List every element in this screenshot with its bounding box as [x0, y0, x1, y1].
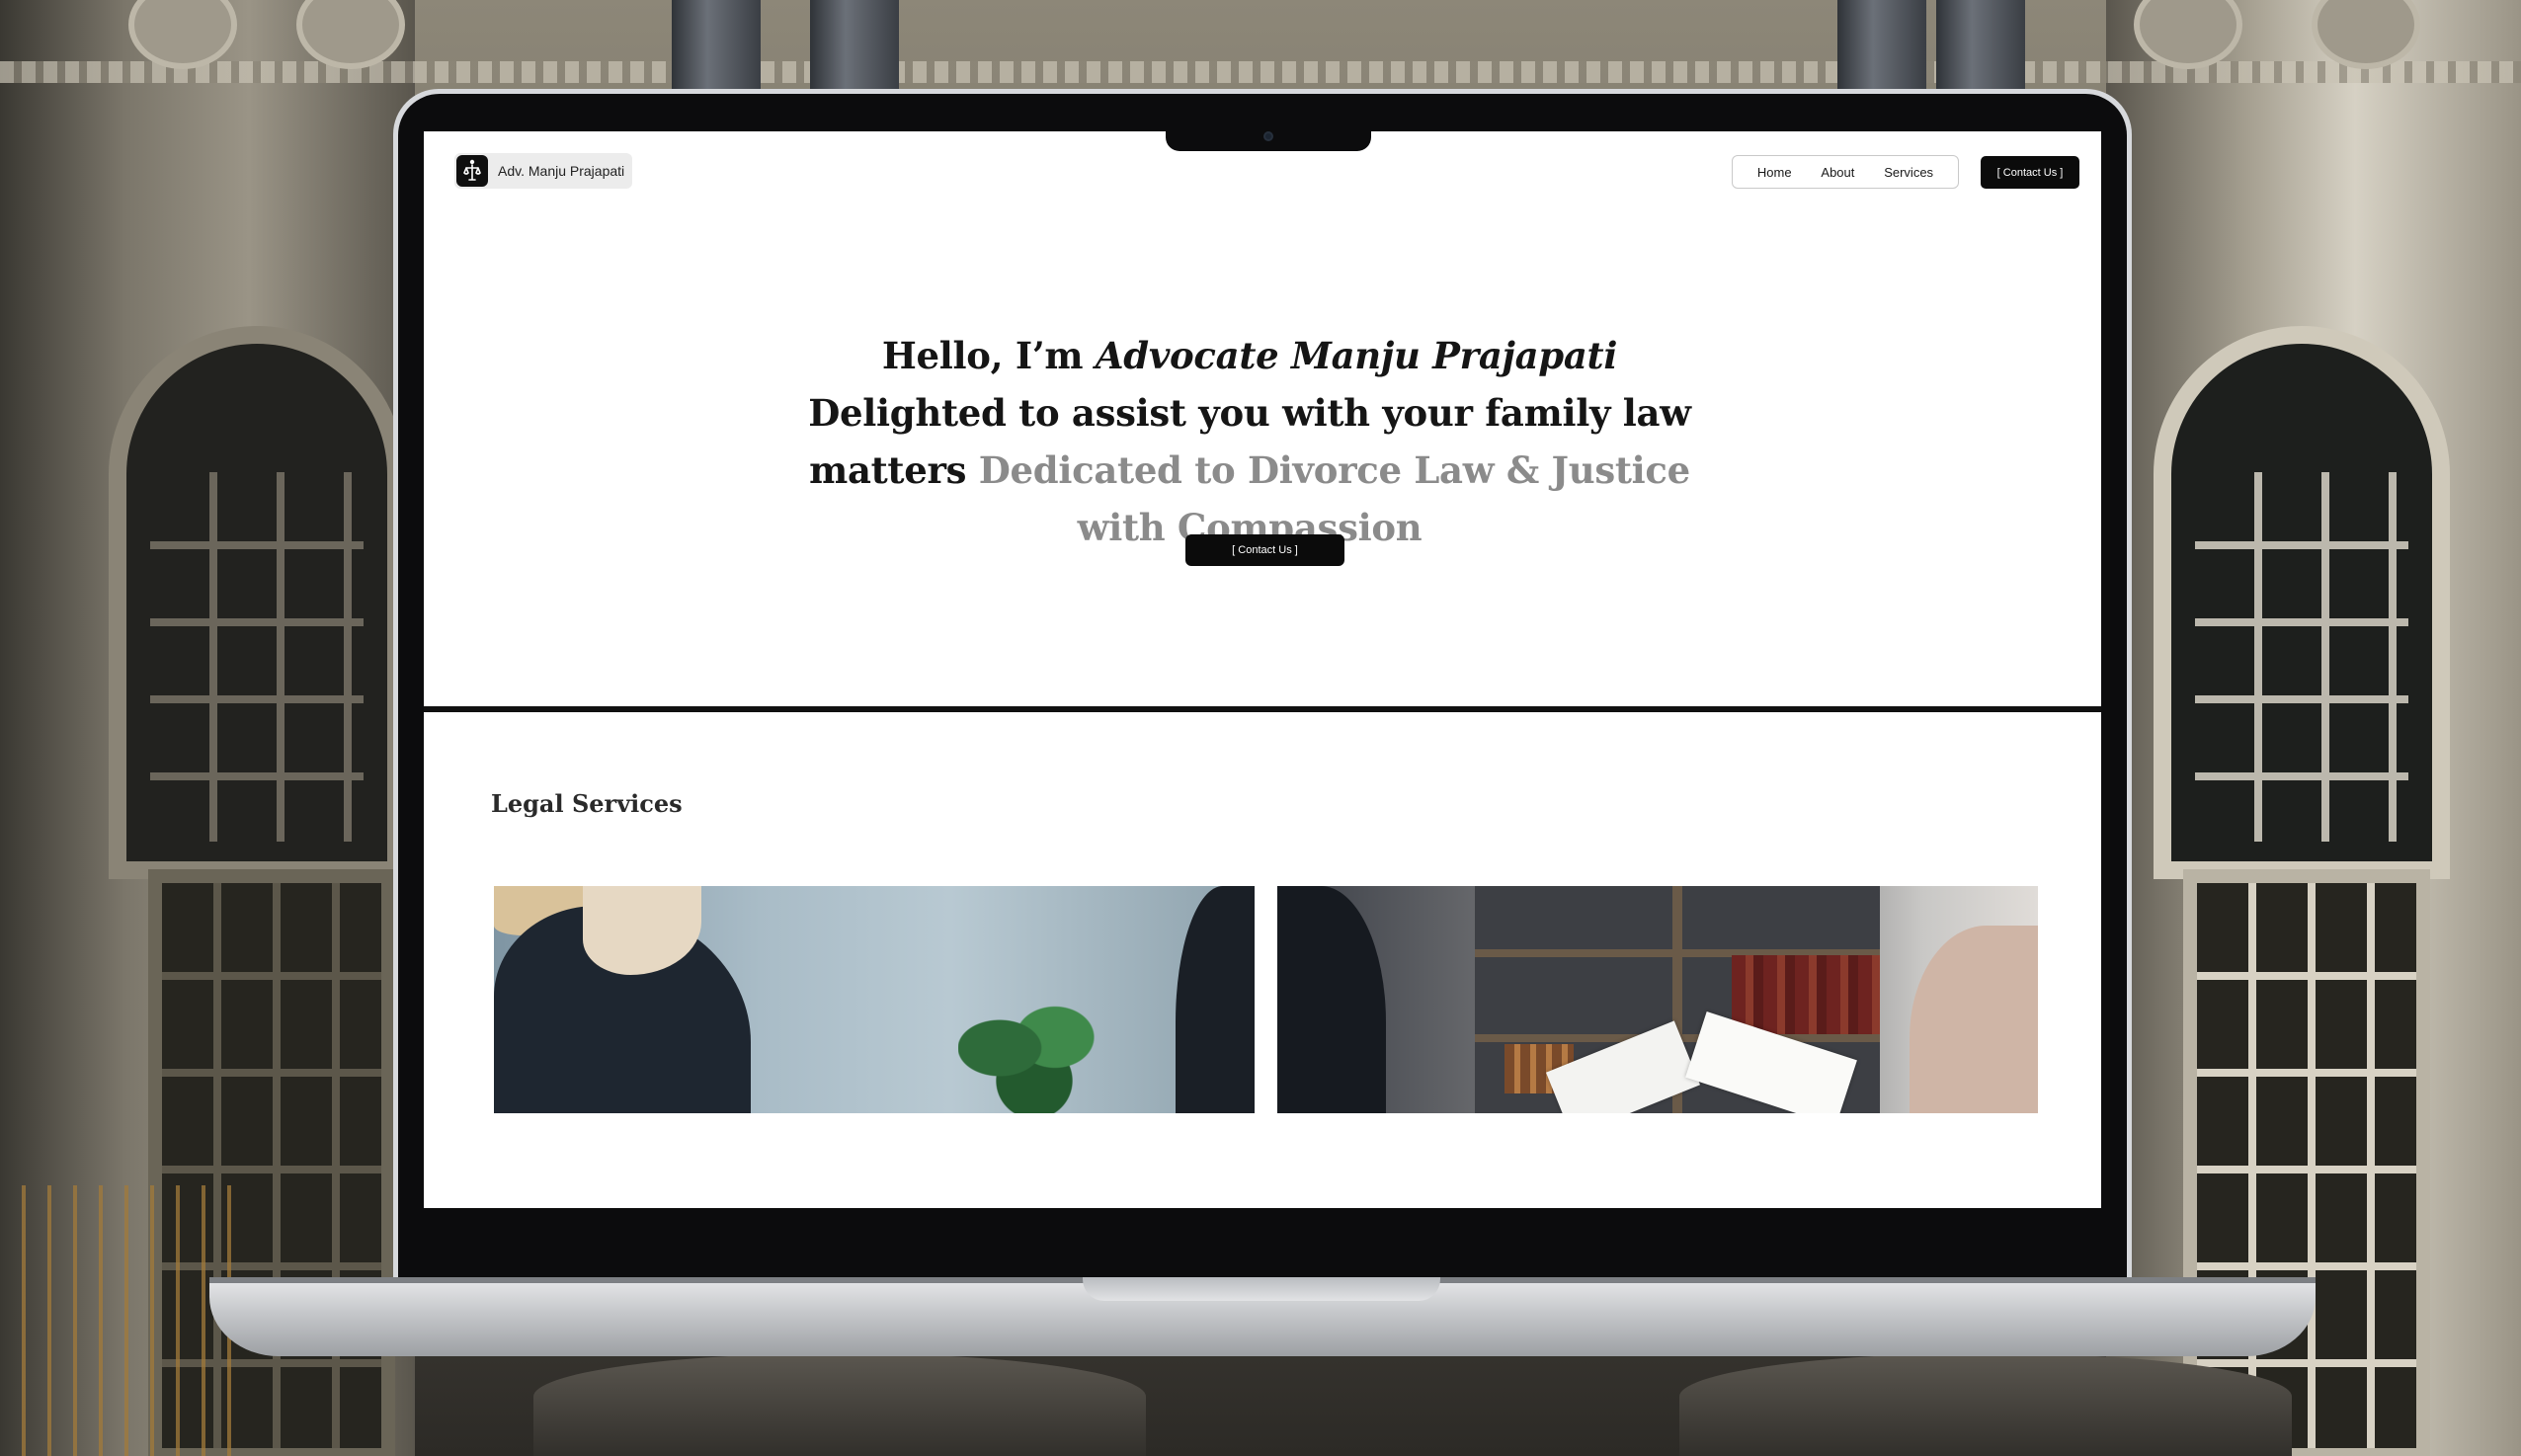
column-base — [1679, 1353, 2292, 1456]
brand-name: Adv. Manju Prajapati — [498, 163, 625, 179]
laptop-opening-notch — [1083, 1277, 1440, 1301]
nav-about-link[interactable]: About — [1821, 165, 1854, 180]
service-card-image-documents[interactable] — [1277, 886, 2038, 1113]
section-divider — [424, 706, 2101, 712]
laptop-lid: Adv. Manju Prajapati Home About Services… — [393, 89, 2132, 1284]
hero-section: Adv. Manju Prajapati Home About Services… — [424, 131, 2101, 706]
main-navigation: Home About Services — [1732, 155, 1959, 189]
headline-greeting: Hello, I’m — [881, 334, 1096, 377]
hero-headline: Hello, I’m Advocate Manju Prajapati Deli… — [805, 327, 1694, 556]
website-screen: Adv. Manju Prajapati Home About Services… — [424, 131, 2101, 1208]
laptop-bezel: Adv. Manju Prajapati Home About Services… — [398, 94, 2127, 1279]
brand-badge[interactable]: Adv. Manju Prajapati — [454, 153, 633, 189]
lady-justice-icon — [456, 155, 488, 187]
hero-contact-button[interactable]: [ Contact Us ] — [1185, 534, 1344, 566]
headline-name: Advocate Manju Prajapati — [1095, 334, 1618, 377]
nav-home-link[interactable]: Home — [1757, 165, 1792, 180]
service-card-image-consultation[interactable] — [494, 886, 1255, 1113]
stair-railing — [0, 1185, 237, 1456]
arched-window-right — [2154, 326, 2450, 879]
nav-services-link[interactable]: Services — [1884, 165, 1933, 180]
column-base — [533, 1353, 1146, 1456]
nav-contact-button[interactable]: [ Contact Us ] — [1981, 156, 2079, 189]
building-cornice — [0, 61, 2521, 83]
webcam-icon — [1263, 131, 1273, 141]
camera-notch — [1166, 121, 1371, 151]
arched-window-left — [109, 326, 405, 879]
services-heading: Legal Services — [491, 789, 683, 818]
